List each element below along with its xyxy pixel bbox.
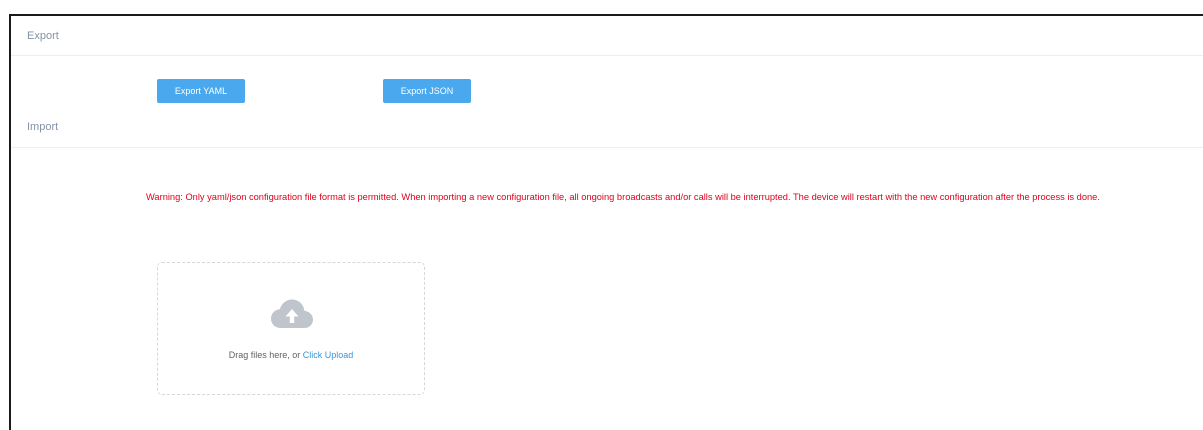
- export-yaml-button[interactable]: Export YAML: [157, 79, 245, 103]
- export-json-button[interactable]: Export JSON: [383, 79, 471, 103]
- upload-prompt-text: Drag files here, or: [228, 350, 303, 360]
- export-section-title: Export: [27, 30, 59, 42]
- divider: [11, 147, 1203, 148]
- import-section-title: Import: [27, 121, 59, 133]
- import-warning-text: Warning: Only yaml/json configuration fi…: [146, 192, 1100, 202]
- file-upload-dropzone[interactable]: Drag files here, or Click Upload: [157, 262, 425, 395]
- upload-prompt: Drag files here, or Click Upload: [158, 350, 424, 360]
- config-panel: Export Export YAML Export JSON Import Wa…: [9, 14, 1203, 430]
- cloud-upload-icon: [271, 299, 313, 328]
- divider: [11, 55, 1203, 56]
- click-upload-link[interactable]: Click Upload: [303, 350, 354, 360]
